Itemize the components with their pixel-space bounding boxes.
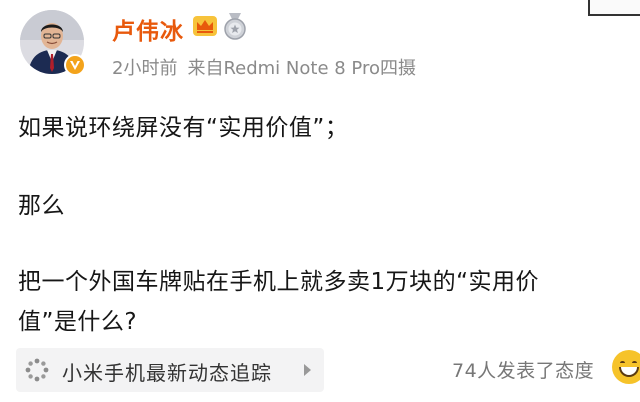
corner-fragment — [588, 0, 640, 16]
content-line-1: 如果说环绕屏没有“实用价值”； — [18, 115, 349, 141]
content-line-2: 那么 — [18, 193, 65, 219]
chevron-right-icon — [304, 364, 311, 376]
loading-dots-icon — [24, 357, 50, 383]
post-time[interactable]: 2小时前 — [112, 58, 177, 79]
post-source[interactable]: 来自Redmi Note 8 Pro四摄 — [187, 58, 416, 79]
post-meta: 2小时前 来自Redmi Note 8 Pro四摄 — [112, 54, 416, 80]
medal-badge-icon[interactable] — [222, 12, 248, 40]
author-avatar[interactable] — [20, 10, 86, 76]
topic-link[interactable]: 小米手机最新动态追踪 — [16, 348, 324, 392]
reactions-count[interactable]: 74人发表了态度 — [452, 356, 594, 383]
weibo-post: 卢伟冰 2小时前 来自Redmi Note 8 Pro四摄 如果说环绕屏没有“实用… — [0, 0, 640, 402]
laugh-emoji-icon[interactable] — [612, 350, 640, 384]
verified-icon — [64, 54, 86, 76]
author-name[interactable]: 卢伟冰 — [112, 12, 184, 46]
topic-label: 小米手机最新动态追踪 — [62, 361, 272, 385]
content-line-3: 把一个外国车牌贴在手机上就多卖1万块的“实用价 — [18, 269, 540, 295]
crown-badge-icon[interactable] — [192, 14, 218, 38]
content-line-4: 值”是什么? — [18, 309, 138, 335]
